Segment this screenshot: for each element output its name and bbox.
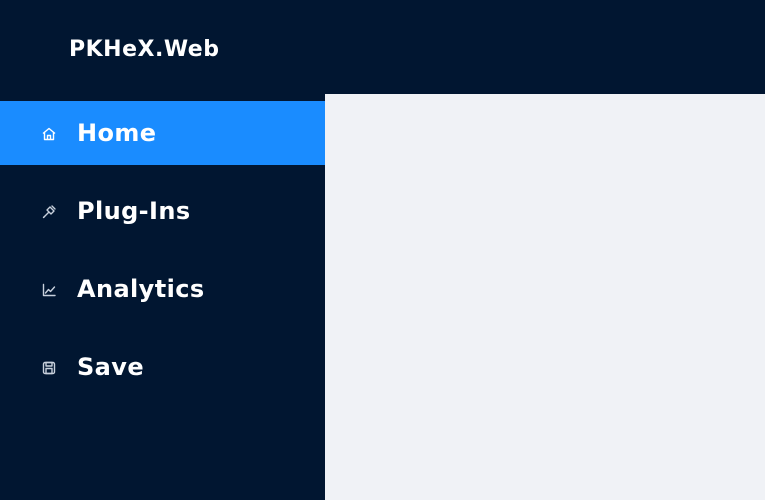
- plug-icon: [40, 203, 58, 221]
- sidebar-item-label: Plug-Ins: [77, 197, 191, 225]
- sidebar-item-label: Analytics: [77, 275, 205, 303]
- chart-icon: [40, 281, 58, 299]
- sidebar-item-save[interactable]: Save: [0, 335, 325, 399]
- save-icon: [40, 359, 58, 377]
- top-bar: PKHeX.Web: [0, 0, 765, 94]
- app-title[interactable]: PKHeX.Web: [69, 36, 219, 64]
- sidebar-item-analytics[interactable]: Analytics: [0, 257, 325, 321]
- app-window: PKHeX.Web Home Plug-Ins Analytics Save: [0, 0, 765, 500]
- sidebar-item-home[interactable]: Home: [0, 101, 325, 165]
- main-content: [325, 94, 765, 500]
- home-icon: [40, 125, 58, 143]
- sidebar-item-plug-ins[interactable]: Plug-Ins: [0, 179, 325, 243]
- sidebar-item-label: Home: [77, 119, 157, 147]
- sidebar: Home Plug-Ins Analytics Save: [0, 101, 325, 500]
- sidebar-item-label: Save: [77, 353, 145, 381]
